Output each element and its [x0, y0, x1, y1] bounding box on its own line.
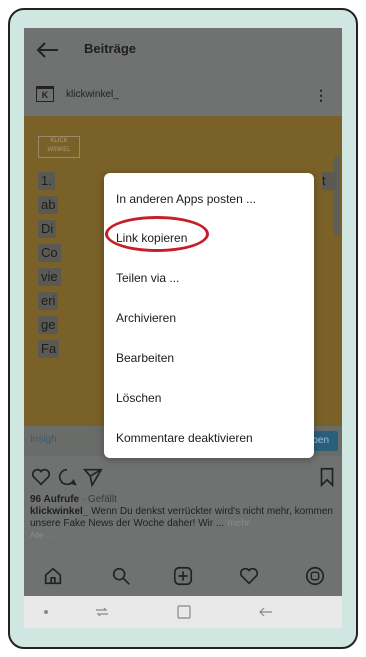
post-text-line: vie: [38, 268, 61, 286]
post-logo: KLICK WINKEL: [38, 136, 80, 158]
post-text-fragment: t: [322, 172, 336, 190]
more-options-icon[interactable]: ⋮: [314, 87, 328, 104]
bottom-navigation: [24, 556, 342, 596]
post-actions: [24, 456, 342, 496]
user-avatar[interactable]: K: [36, 86, 54, 102]
post-header: K klickwinkel_ ⋮: [24, 72, 342, 116]
home-icon[interactable]: [42, 565, 64, 587]
post-text-line: Fa: [38, 340, 60, 358]
profile-icon[interactable]: [304, 565, 326, 587]
liked-text: · Gefällt: [79, 494, 117, 505]
caption-username[interactable]: klickwinkel_: [30, 506, 88, 517]
insights-link[interactable]: Insigh: [30, 434, 57, 445]
activity-heart-icon[interactable]: [238, 565, 260, 587]
menu-item-delete[interactable]: Löschen: [116, 391, 161, 405]
menu-item-share-other-apps[interactable]: In anderen Apps posten ...: [116, 192, 256, 206]
home-button-icon[interactable]: [176, 604, 192, 620]
menu-item-archive[interactable]: Archivieren: [116, 311, 176, 325]
post-scroll-indicator: [334, 156, 340, 236]
more-link[interactable]: mehr: [227, 518, 250, 529]
search-icon[interactable]: [110, 565, 132, 587]
heart-icon[interactable]: [30, 466, 52, 488]
views-count[interactable]: 96 Aufrufe: [30, 494, 79, 505]
back-button-icon[interactable]: [258, 604, 274, 620]
comments-link[interactable]: Alle ...: [30, 530, 336, 542]
menu-item-disable-comments[interactable]: Kommentare deaktivieren: [116, 431, 253, 445]
comment-icon[interactable]: [56, 466, 78, 488]
dot-indicator-icon: [44, 610, 48, 614]
context-menu: In anderen Apps posten ... Link kopieren…: [104, 173, 314, 458]
post-username[interactable]: klickwinkel_: [66, 89, 119, 100]
post-text-line: eri: [38, 292, 59, 310]
back-arrow-icon[interactable]: [34, 40, 60, 60]
menu-item-share-via[interactable]: Teilen via ...: [116, 271, 179, 285]
screen: Beiträge K klickwinkel_ ⋮ KLICK WINKEL 1…: [24, 28, 342, 628]
post-text-line: Di: [38, 220, 57, 238]
page-title: Beiträge: [84, 41, 137, 56]
menu-item-edit[interactable]: Bearbeiten: [116, 351, 174, 365]
menu-item-copy-link[interactable]: Link kopieren: [116, 231, 187, 245]
add-post-icon[interactable]: [172, 565, 194, 587]
post-text-line: Co: [38, 244, 61, 262]
top-bar: Beiträge: [24, 28, 342, 72]
send-icon[interactable]: [82, 466, 104, 488]
post-text-line: ab: [38, 196, 59, 214]
post-text-line: 1.: [38, 172, 55, 190]
system-navigation: [24, 596, 342, 628]
recent-apps-icon[interactable]: [94, 604, 110, 620]
bookmark-icon[interactable]: [316, 466, 338, 488]
post-meta: 96 Aufrufe · Gefällt klickwinkel_ Wenn D…: [30, 494, 336, 542]
post-text-line: ge: [38, 316, 59, 334]
